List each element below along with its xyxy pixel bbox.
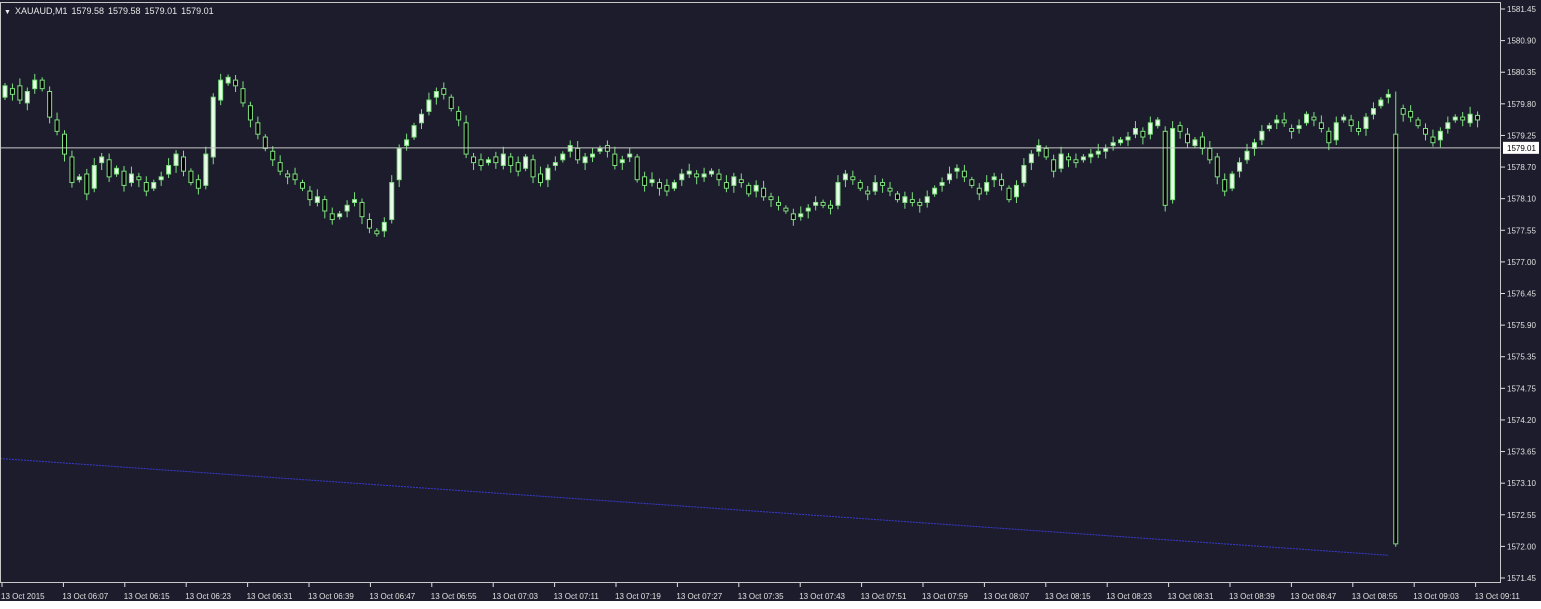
x-tick-label: 13 Oct 07:51 — [861, 592, 907, 601]
y-tick-label: 1572.00 — [1507, 542, 1536, 551]
x-tick-label: 13 Oct 06:31 — [247, 592, 293, 601]
x-tick-label: 13 Oct 07:03 — [492, 592, 538, 601]
close-value: 1579.01 — [181, 6, 214, 16]
x-tick-label: 13 Oct 07:43 — [799, 592, 845, 601]
x-tick-label: 13 Oct 07:59 — [922, 592, 968, 601]
y-tick-label: 1573.10 — [1507, 479, 1536, 488]
x-tick-label: 13 Oct 08:31 — [1168, 592, 1214, 601]
dropdown-triangle-icon[interactable]: ▼ — [4, 9, 11, 16]
x-tick-label: 13 Oct 06:23 — [185, 592, 231, 601]
chart-window: 1579.01 1581.45 1580.90 1580.35 1579.80 1579… — [0, 0, 1541, 609]
x-tick-label: 13 Oct 07:35 — [738, 592, 784, 601]
x-tick-label: 13 Oct 06:47 — [369, 592, 415, 601]
y-tick-label: 1580.90 — [1507, 37, 1536, 46]
y-tick-label: 1579.80 — [1507, 100, 1536, 109]
y-tick-label: 1574.20 — [1507, 416, 1536, 425]
y-tick-label: 1578.10 — [1507, 195, 1536, 204]
x-tick-label: 13 Oct 09:11 — [1475, 592, 1521, 601]
y-tick-label: 1575.90 — [1507, 321, 1536, 330]
y-tick-label: 1577.55 — [1507, 226, 1536, 235]
open-value: 1579.58 — [71, 6, 104, 16]
symbol-label: XAUAUD,M1 — [14, 6, 68, 16]
x-tick-label: 13 Oct 07:11 — [554, 592, 600, 601]
x-tick-label: 13 Oct 08:07 — [983, 592, 1029, 601]
x-tick-label: 13 Oct 08:47 — [1290, 592, 1336, 601]
y-tick-label: 1579.25 — [1507, 131, 1536, 140]
high-value: 1579.58 — [108, 6, 141, 16]
y-tick-label: 1577.00 — [1507, 258, 1536, 267]
y-tick-label: 1572.55 — [1507, 511, 1536, 520]
y-tick-label: 1576.45 — [1507, 290, 1536, 299]
x-tick-label: 13 Oct 06:07 — [62, 592, 108, 601]
x-tick-label: 13 Oct 07:27 — [676, 592, 722, 601]
low-value: 1579.01 — [144, 6, 178, 16]
y-tick-label: 1575.35 — [1507, 353, 1536, 362]
y-tick-label: 1574.75 — [1507, 384, 1536, 393]
x-tick-label: 13 Oct 08:23 — [1106, 592, 1152, 601]
symbol-header: ▼ XAUAUD,M1 1579.58 1579.58 1579.01 1579.01 — [4, 6, 214, 16]
y-tick-label: 1571.45 — [1507, 574, 1536, 583]
x-tick-label: 13 Oct 06:55 — [431, 592, 477, 601]
y-tick-label: 1580.35 — [1507, 68, 1536, 77]
x-tick-label: 13 Oct 06:15 — [124, 592, 170, 601]
x-tick-label: 13 Oct 07:19 — [615, 592, 661, 601]
x-tick-label: 13 Oct 06:39 — [308, 592, 354, 601]
bottom-strip — [0, 601, 1541, 609]
x-tick-label: 13 Oct 08:55 — [1352, 592, 1398, 601]
x-tick-label: 13 Oct 2015 — [1, 592, 45, 601]
x-tick-label: 13 Oct 08:15 — [1045, 592, 1091, 601]
x-tick-label: 13 Oct 08:39 — [1229, 592, 1275, 601]
y-tick-label: 1578.70 — [1507, 163, 1536, 172]
y-tick-label: 1581.45 — [1507, 5, 1536, 14]
x-tick-label: 13 Oct 09:03 — [1413, 592, 1459, 601]
current-price-label: 1579.01 — [1507, 144, 1536, 153]
plot-area-frame — [0, 2, 1501, 583]
y-tick-label: 1573.65 — [1507, 448, 1536, 457]
